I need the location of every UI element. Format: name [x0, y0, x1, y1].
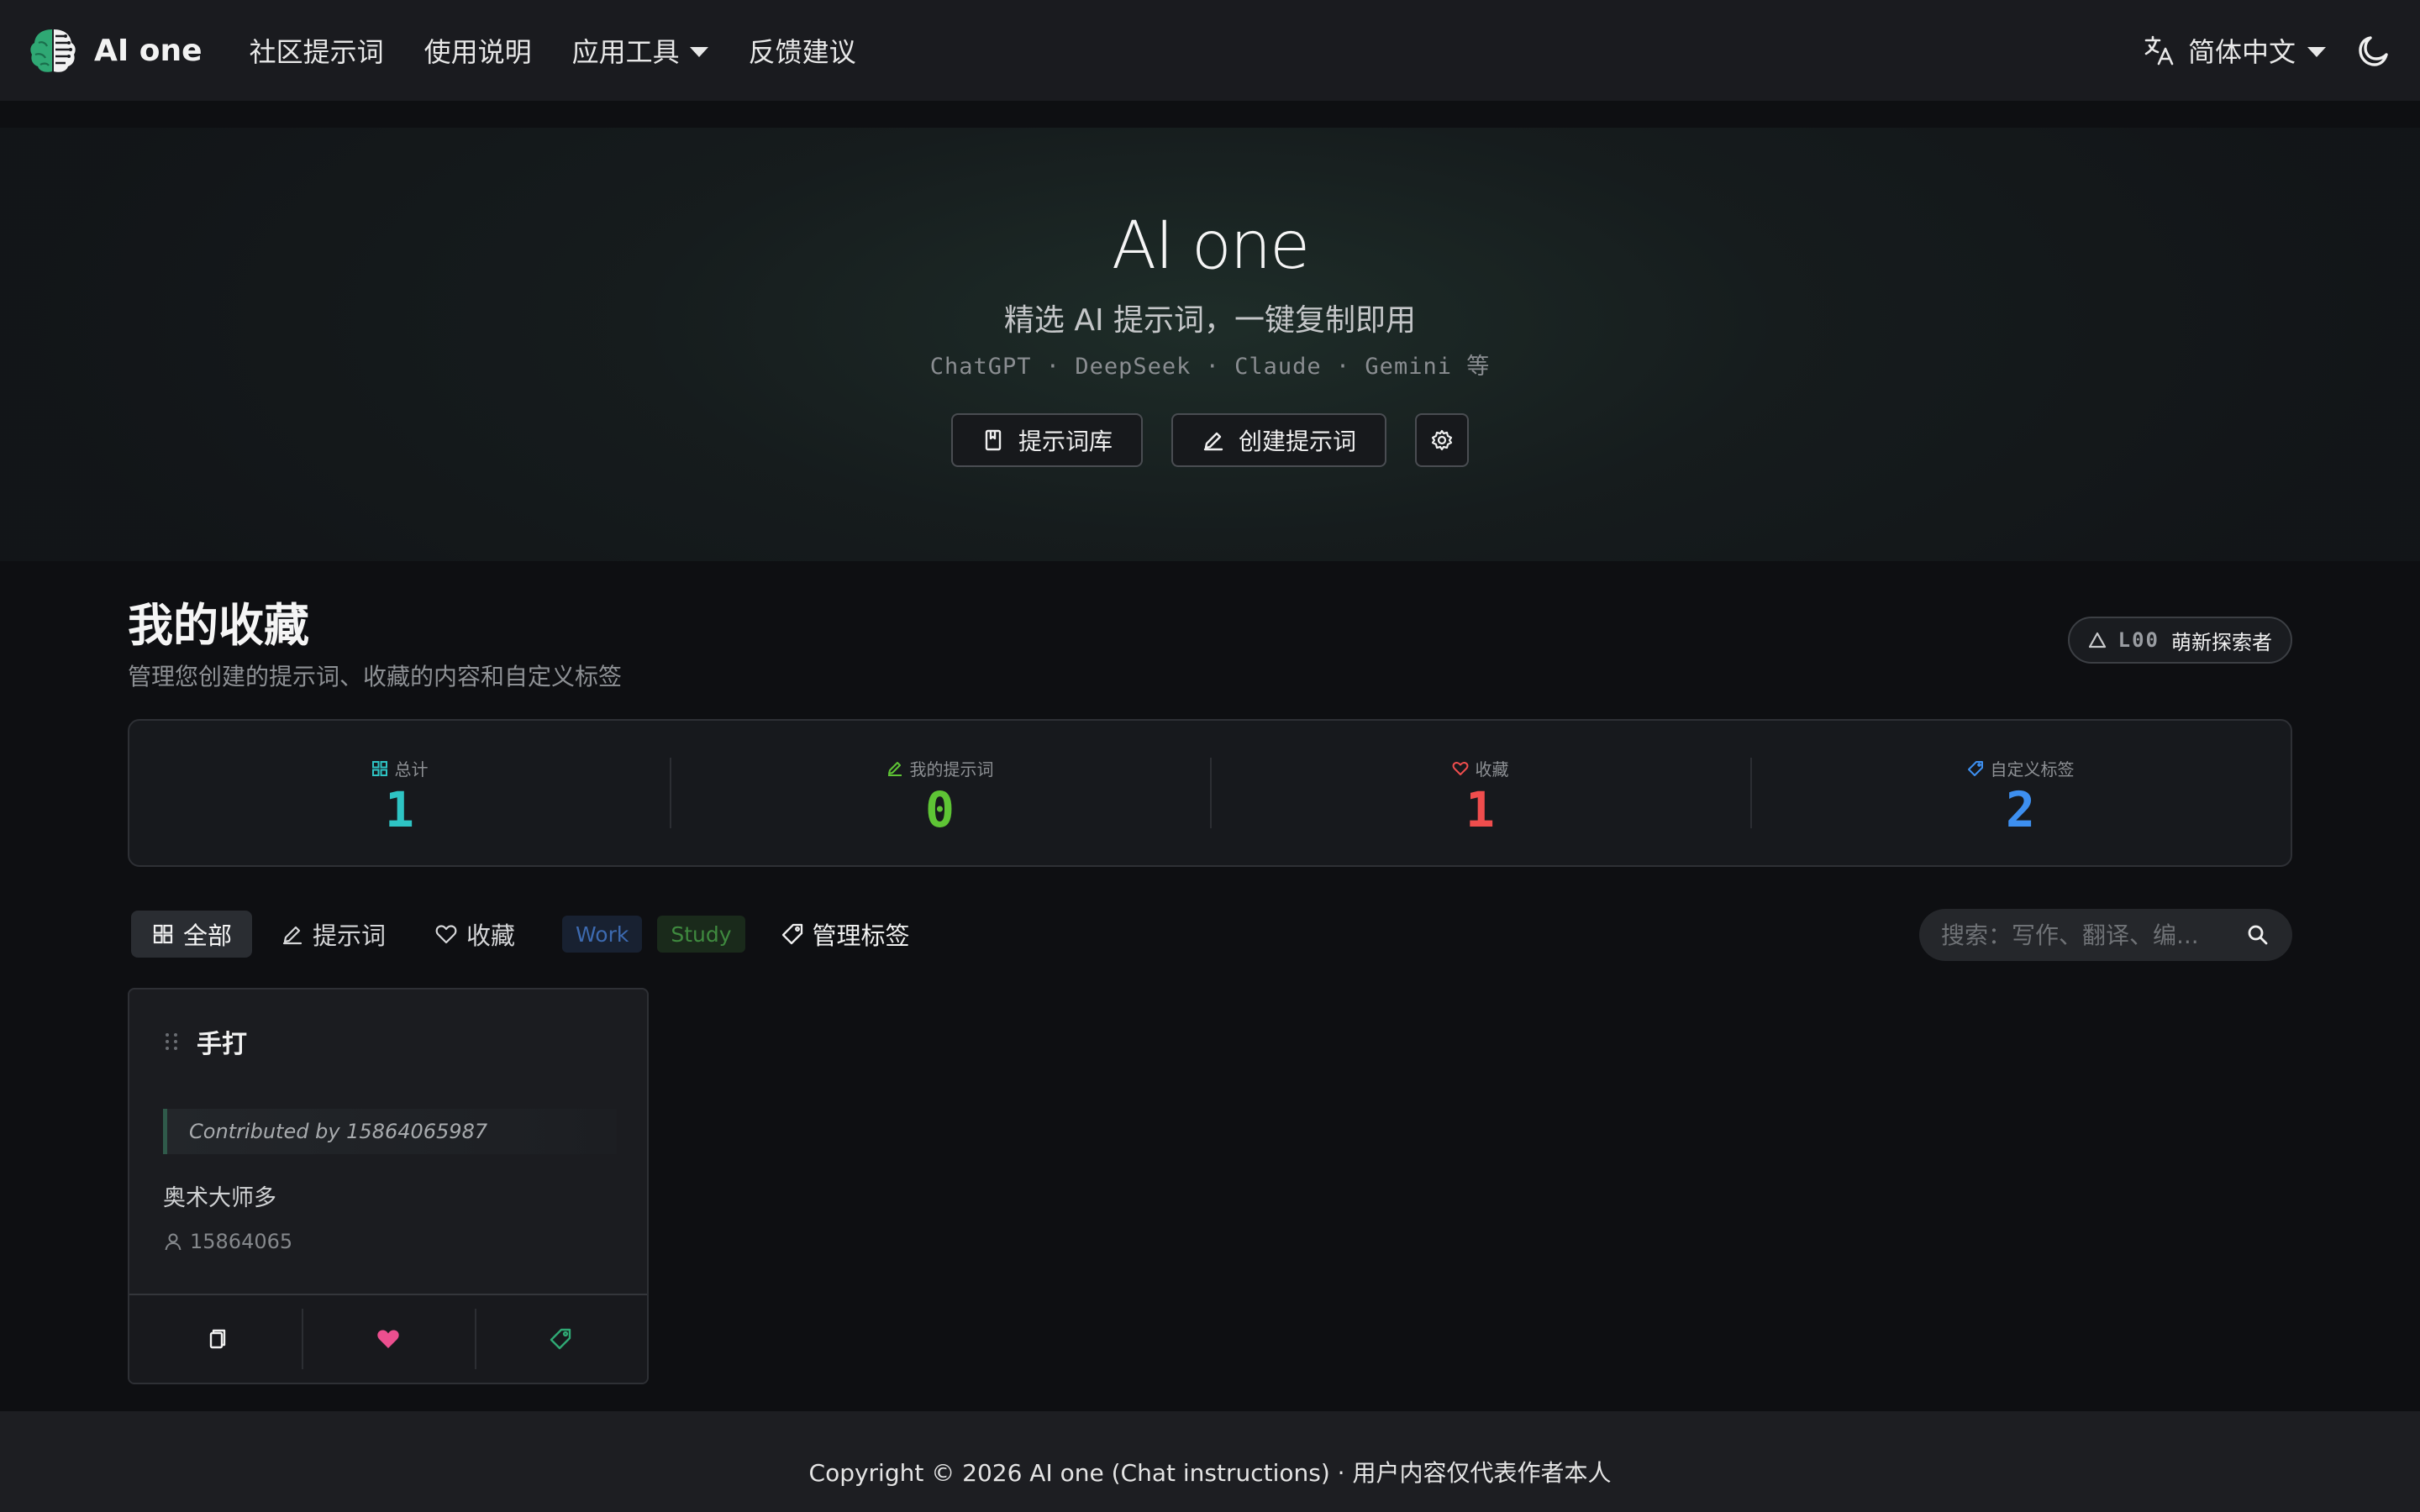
stat-custom-tags: 自定义标签 2 — [1750, 721, 2291, 865]
hero-actions: 提示词库 创建提示词 — [0, 413, 2420, 467]
nav-usage-guide[interactable]: 使用说明 — [424, 31, 532, 70]
page-title: 我的收藏 — [128, 599, 309, 652]
stat-favorites-text: 收藏 — [1475, 759, 1509, 780]
tag-filter-work[interactable]: Work — [562, 916, 643, 953]
grid-icon — [153, 924, 173, 944]
heart-icon — [435, 925, 457, 944]
language-selector[interactable]: 简体中文 — [2143, 31, 2326, 70]
stat-total-label: 总计 — [371, 756, 429, 780]
filter-favorites-tab[interactable]: 收藏 — [414, 911, 535, 958]
card-contributor-quote: Contributed by 15864065987 — [163, 1109, 617, 1154]
nav-right-group: 简体中文 — [2143, 31, 2393, 70]
filter-favorites-label: 收藏 — [466, 921, 516, 950]
stat-my-prompts: 我的提示词 0 — [670, 721, 1210, 865]
stat-favorites: 收藏 1 — [1210, 721, 1750, 865]
hero-banner: AI one 精选 AI 提示词，一键复制即用 ChatGPT · DeepSe… — [0, 128, 2420, 561]
filter-all-tab[interactable]: 全部 — [131, 911, 253, 958]
chevron-down-icon — [2307, 47, 2326, 57]
filter-prompts-label: 提示词 — [313, 921, 387, 950]
nav-app-tools-dropdown[interactable]: 应用工具 — [572, 31, 708, 70]
stat-custom-tags-text: 自定义标签 — [1990, 759, 2075, 780]
pencil-icon — [1203, 432, 1223, 451]
nav-community-prompts[interactable]: 社区提示词 — [250, 31, 384, 70]
level-code: L00 — [2118, 628, 2160, 652]
moon-icon[interactable] — [2356, 32, 2393, 69]
stat-total-value: 1 — [385, 781, 414, 838]
drag-handle-icon[interactable] — [163, 1029, 180, 1054]
user-level-badge[interactable]: L00 萌新探索者 — [2067, 617, 2292, 664]
search-input[interactable] — [1941, 921, 2245, 949]
stats-panel: 总计 1 我的提示词 0 收藏 1 自定义标签 2 — [128, 719, 2292, 867]
heart-icon — [1452, 761, 1468, 775]
page-footer: Copyright © 2026 AI one (Chat instructio… — [0, 1411, 2420, 1512]
prompt-library-label: 提示词库 — [1018, 428, 1113, 455]
page-description: 管理您创建的提示词、收藏的内容和自定义标签 — [128, 663, 623, 690]
manage-tags-button[interactable]: 管理标签 — [760, 911, 930, 958]
pencil-icon — [282, 926, 302, 945]
nav-app-tools-label: 应用工具 — [571, 36, 680, 68]
filter-prompts-tab[interactable]: 提示词 — [260, 911, 406, 958]
top-navbar: AI one 社区提示词 使用说明 应用工具 反馈建议 简体中文 — [0, 0, 2420, 101]
card-actions — [129, 1294, 647, 1383]
search-box — [1919, 909, 2292, 961]
stat-total: 总计 1 — [129, 721, 670, 865]
stat-custom-tags-label: 自定义标签 — [1967, 756, 2075, 780]
prompt-card[interactable]: 手打 Contributed by 15864065987 奥术大师多 1586… — [128, 988, 649, 1384]
search-icon[interactable] — [2245, 922, 2270, 948]
card-header: 手打 — [163, 1023, 247, 1060]
card-author: 15864065 — [163, 1230, 292, 1253]
language-label: 简体中文 — [2187, 36, 2296, 68]
tag-icon — [1967, 760, 1983, 776]
settings-button[interactable] — [1415, 413, 1470, 467]
nav-feedback[interactable]: 反馈建议 — [749, 31, 856, 70]
stat-my-prompts-text: 我的提示词 — [909, 759, 994, 780]
brand-name: AI one — [94, 33, 203, 68]
stat-custom-tags-value: 2 — [2006, 781, 2035, 838]
chevron-down-icon — [689, 47, 708, 57]
stat-my-prompts-label: 我的提示词 — [886, 756, 994, 780]
translate-icon — [2144, 35, 2174, 66]
gear-icon — [1431, 429, 1453, 451]
book-icon — [985, 429, 1002, 451]
tag-icon — [781, 923, 802, 945]
card-body-text: 奥术大师多 — [163, 1185, 276, 1211]
stat-total-text: 总计 — [394, 759, 429, 780]
heart-filled-icon — [377, 1330, 399, 1348]
copy-button[interactable] — [129, 1295, 302, 1383]
filter-bar: 全部 提示词 收藏 Work Study 管理标签 — [131, 911, 930, 958]
pencil-icon — [887, 761, 902, 776]
hero-model-list: ChatGPT · DeepSeek · Claude · Gemini 等 — [929, 354, 1491, 380]
stat-favorites-label: 收藏 — [1452, 756, 1509, 780]
manage-tags-label: 管理标签 — [812, 921, 910, 950]
tag-icon — [550, 1328, 571, 1350]
triangle-icon — [2088, 632, 2106, 648]
prompt-library-button[interactable]: 提示词库 — [950, 413, 1143, 467]
tag-filter-study[interactable]: Study — [657, 916, 745, 953]
create-prompt-label: 创建提示词 — [1239, 428, 1357, 455]
tag-button[interactable] — [474, 1295, 647, 1383]
stat-my-prompts-value: 0 — [925, 781, 955, 838]
favorite-button[interactable] — [302, 1295, 474, 1383]
brand-link[interactable]: AI one — [27, 24, 203, 76]
hero-subtitle: 精选 AI 提示词，一键复制即用 — [1003, 303, 1417, 338]
stat-favorites-value: 1 — [1465, 781, 1495, 838]
copyright-text: Copyright © 2026 AI one (Chat instructio… — [808, 1459, 1612, 1487]
user-icon — [165, 1233, 182, 1251]
brain-logo-icon — [30, 29, 76, 72]
filter-all-label: 全部 — [183, 921, 233, 950]
create-prompt-button[interactable]: 创建提示词 — [1171, 413, 1387, 467]
card-title: 手打 — [197, 1030, 247, 1059]
card-author-name: 15864065 — [190, 1230, 293, 1253]
hero-title: AI one — [1111, 208, 1310, 284]
grid-icon — [371, 760, 387, 776]
level-name: 萌新探索者 — [2171, 630, 2272, 654]
copy-icon — [209, 1329, 225, 1349]
main-nav: 社区提示词 使用说明 应用工具 反馈建议 — [250, 31, 856, 70]
